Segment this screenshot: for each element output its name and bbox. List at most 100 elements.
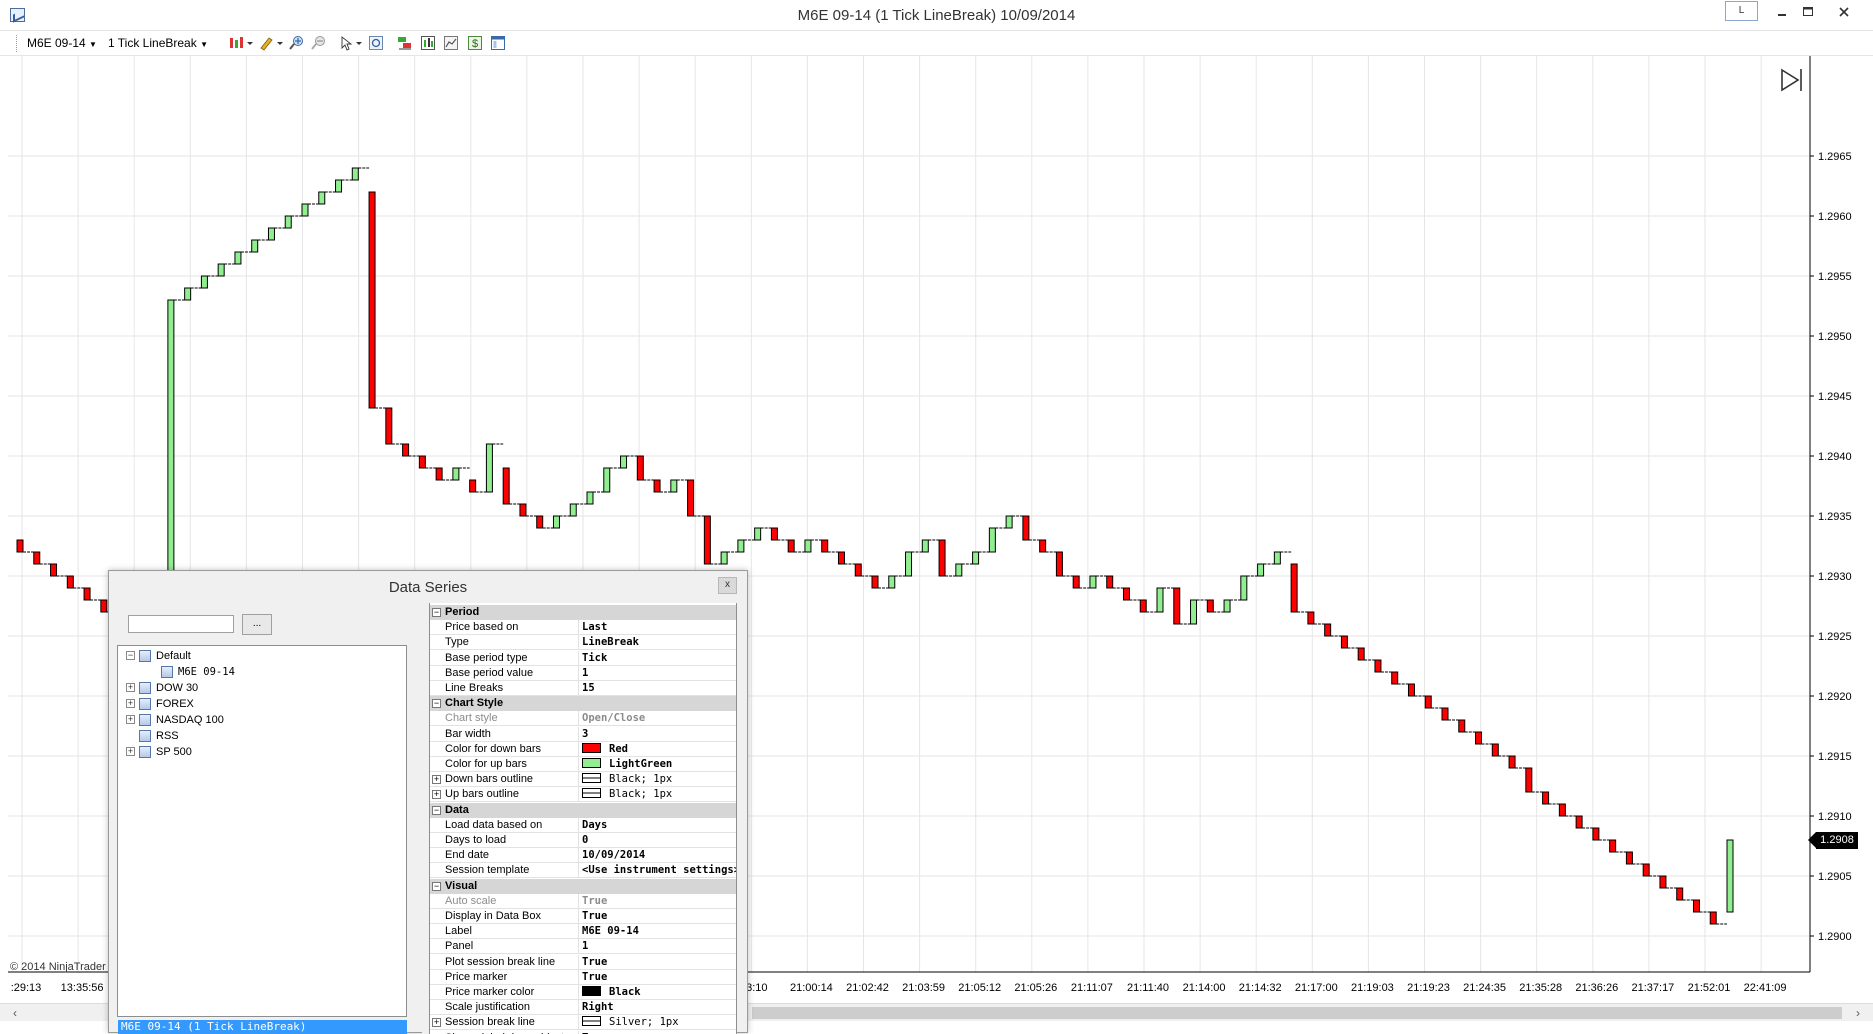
bar-chart-icon[interactable]	[443, 35, 459, 51]
minimize-icon[interactable]	[1770, 2, 1794, 22]
property-value[interactable]: 1	[578, 939, 736, 955]
property-name: Price based on	[445, 621, 519, 634]
property-value[interactable]: 10/09/2014	[578, 848, 736, 864]
property-row[interactable]: + Down bars outline Black; 1px	[430, 772, 736, 788]
instrument-lookup-button[interactable]: ...	[242, 614, 272, 635]
property-value[interactable]: Right	[578, 1000, 736, 1016]
property-value[interactable]: LightGreen	[578, 757, 736, 772]
property-row[interactable]: Color for down bars Red	[430, 741, 736, 757]
property-row[interactable]: Load data based on Days	[430, 817, 736, 833]
property-row[interactable]: Show global draw objectsTrue	[430, 1030, 736, 1034]
expand-icon[interactable]: +	[432, 790, 441, 800]
period-selector[interactable]: 1 Tick LineBreak ▼	[108, 36, 208, 50]
property-row[interactable]: Chart style Open/Close	[430, 711, 736, 727]
property-row[interactable]: Price based on Last	[430, 620, 736, 636]
scroll-right-icon[interactable]: ›	[1849, 1004, 1867, 1022]
pencil-icon[interactable]	[258, 35, 284, 51]
toolbar-grip[interactable]	[16, 35, 19, 52]
properties-icon[interactable]	[490, 35, 506, 51]
property-value[interactable]: True	[578, 969, 736, 985]
property-category[interactable]: − Chart Style	[430, 696, 736, 712]
expand-icon[interactable]: +	[432, 1018, 441, 1028]
property-value[interactable]: Black; 1px	[578, 772, 736, 788]
property-row[interactable]: Panel 1	[430, 939, 736, 955]
property-value[interactable]: 3	[578, 726, 736, 742]
property-category[interactable]: − Data	[430, 802, 736, 818]
expand-icon[interactable]: +	[126, 715, 135, 724]
property-row[interactable]: Display in Data Box True	[430, 909, 736, 924]
expand-icon[interactable]: +	[126, 747, 135, 756]
property-row[interactable]: Line Breaks 15	[430, 681, 736, 696]
property-category[interactable]: − Visual	[430, 878, 736, 894]
instrument-selector[interactable]: M6E 09-14 ▼	[27, 36, 97, 50]
collapse-icon[interactable]: −	[432, 699, 441, 709]
property-value[interactable]: True	[578, 954, 736, 970]
property-row[interactable]: Price marker True	[430, 969, 736, 985]
selected-data-series[interactable]: M6E 09-14 (1 Tick LineBreak)	[118, 1020, 407, 1034]
scroll-left-icon[interactable]: ‹	[6, 1004, 24, 1022]
pointer-icon[interactable]	[339, 35, 365, 51]
chart-style-icon[interactable]	[228, 35, 254, 51]
instrument-tree[interactable]: − Default M6E 09-14 + DOW 30 + FOREX + NASDAQ 10…	[117, 645, 407, 1017]
property-row[interactable]: Type LineBreak	[430, 635, 736, 651]
property-value[interactable]: M6E 09-14	[578, 924, 736, 940]
property-value[interactable]: LineBreak	[578, 635, 736, 651]
property-value[interactable]: True	[578, 1030, 736, 1034]
go-to-end-icon[interactable]	[1781, 68, 1802, 92]
collapse-icon[interactable]: −	[432, 608, 441, 617]
up-bar	[1726, 839, 1734, 913]
property-row[interactable]: Days to load 0	[430, 833, 736, 848]
close-icon[interactable]	[1824, 2, 1864, 22]
time-tick-label: 21:35:28	[1519, 982, 1562, 994]
instrument-search-input[interactable]	[128, 615, 234, 633]
property-value[interactable]: <Use instrument settings>	[578, 863, 736, 879]
property-value[interactable]: Days	[578, 817, 736, 833]
property-row[interactable]: + Up bars outline Black; 1px	[430, 787, 736, 803]
property-value[interactable]: Silver; 1px	[578, 1015, 736, 1031]
expand-icon[interactable]: +	[126, 699, 135, 708]
property-value[interactable]: Tick	[578, 650, 736, 666]
maximize-icon[interactable]	[1796, 2, 1820, 22]
expand-icon[interactable]: +	[432, 775, 441, 785]
zoom-out-icon[interactable]	[310, 35, 326, 51]
property-row[interactable]: Plot session break line True	[430, 954, 736, 970]
property-row[interactable]: Auto scale True	[430, 893, 736, 909]
expand-icon[interactable]: +	[126, 683, 135, 692]
property-value[interactable]: 1	[578, 665, 736, 681]
property-value[interactable]: True	[578, 893, 736, 909]
property-value[interactable]: 0	[578, 833, 736, 848]
property-row[interactable]: Scale justification Right	[430, 1000, 736, 1016]
property-row[interactable]: Base period value 1	[430, 665, 736, 681]
property-row[interactable]: Base period type Tick	[430, 650, 736, 666]
property-grid[interactable]: − Period Price based on Last Type LineBreak Ba…	[429, 603, 737, 1034]
link-button[interactable]: L	[1725, 1, 1758, 21]
property-row[interactable]: Bar width 3	[430, 726, 736, 742]
collapse-icon[interactable]: −	[432, 881, 441, 891]
property-row[interactable]: End date 10/09/2014	[430, 848, 736, 864]
property-value[interactable]: True	[578, 909, 736, 924]
zoom-in-icon[interactable]	[288, 35, 304, 51]
collapse-icon[interactable]: −	[126, 651, 135, 660]
up-bar	[301, 203, 309, 217]
property-value[interactable]: Open/Close	[578, 711, 736, 727]
dollar-icon[interactable]: $	[467, 35, 483, 51]
property-value[interactable]: Last	[578, 620, 736, 636]
dialog-close-button[interactable]: x	[718, 577, 737, 594]
property-row[interactable]: + Session break line Silver; 1px	[430, 1015, 736, 1031]
property-value[interactable]: 15	[578, 681, 736, 696]
pane-splitter[interactable]	[422, 603, 429, 1034]
property-value[interactable]: Black; 1px	[578, 787, 736, 803]
strategies-icon[interactable]	[397, 35, 413, 51]
collapse-icon[interactable]: −	[432, 805, 441, 815]
property-value[interactable]: Black	[578, 985, 736, 1000]
property-row[interactable]: Session template <Use instrument settings…	[430, 863, 736, 879]
up-bar	[1223, 599, 1231, 613]
indicators-icon[interactable]	[420, 35, 436, 51]
property-category[interactable]: − Period	[430, 605, 736, 620]
magnifier-icon[interactable]	[368, 35, 384, 51]
property-row[interactable]: Price marker color Black	[430, 985, 736, 1000]
property-row[interactable]: Label M6E 09-14	[430, 924, 736, 940]
property-row[interactable]: Color for up bars LightGreen	[430, 757, 736, 772]
property-value[interactable]: Red	[578, 741, 736, 757]
scrollbar-thumb[interactable]	[752, 1007, 1842, 1019]
